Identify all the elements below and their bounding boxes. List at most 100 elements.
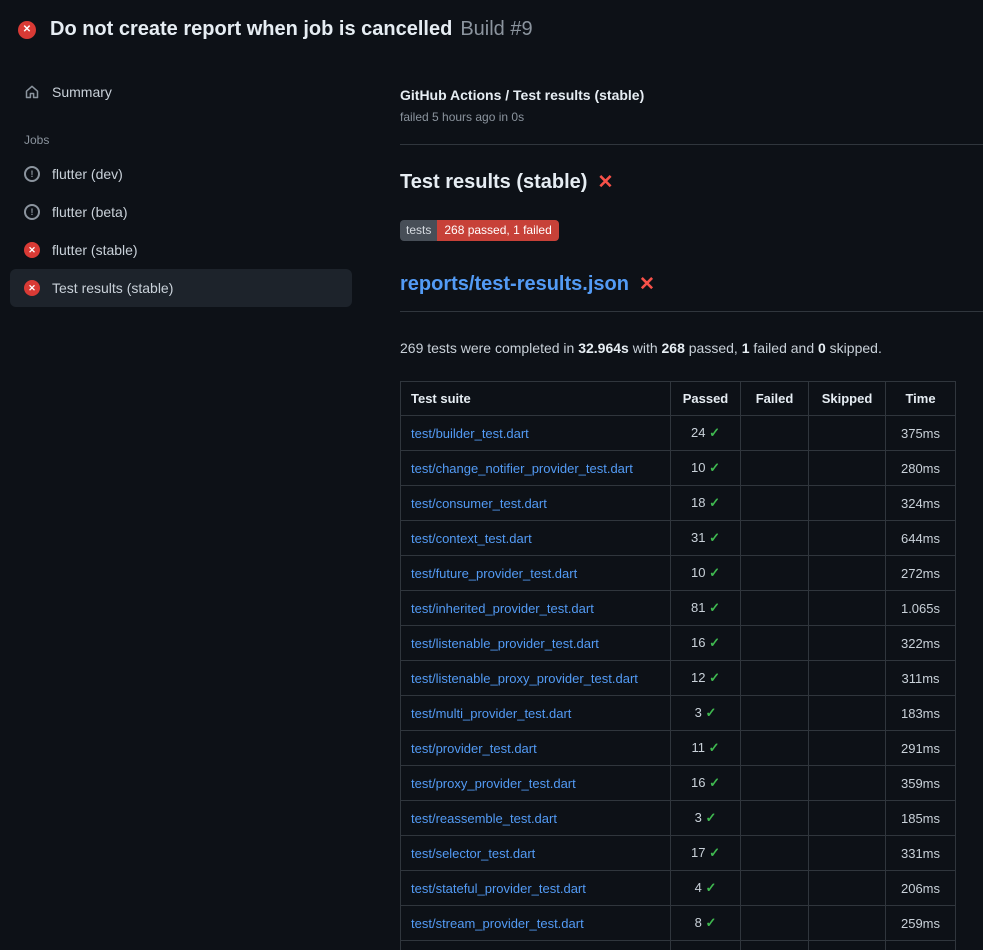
skipped-cell: [809, 661, 886, 696]
sidebar-item-flutter-dev[interactable]: ! flutter (dev): [10, 155, 352, 193]
col-header-time: Time: [886, 382, 956, 416]
passed-cell: 10 ✓: [671, 556, 741, 591]
suite-cell: test/change_notifier_provider_test.dart: [401, 451, 671, 486]
failed-cell: [741, 871, 809, 906]
suite-cell: test/builder_test.dart: [401, 416, 671, 451]
passed-cell: 11 ✓: [671, 731, 741, 766]
passed-cell-count: 16: [691, 775, 709, 790]
table-row: test/provider_test.dart 11 ✓ 291ms: [401, 731, 956, 766]
failed-cell: [741, 731, 809, 766]
time-cell: 183ms: [886, 696, 956, 731]
passed-cell: 16 ✓: [671, 626, 741, 661]
results-summary-line: 269 tests were completed in 32.964s with…: [400, 340, 983, 356]
suite-link[interactable]: test/provider_test.dart: [411, 741, 537, 756]
suite-link[interactable]: test/reassemble_test.dart: [411, 811, 557, 826]
suite-link[interactable]: test/proxy_provider_test.dart: [411, 776, 576, 791]
passed-cell-count: 18: [691, 495, 709, 510]
time-cell: 375ms: [886, 416, 956, 451]
suite-cell: test/consumer_test.dart: [401, 486, 671, 521]
suite-cell: test/multi_provider_test.dart: [401, 696, 671, 731]
summary-text: skipped.: [826, 340, 882, 356]
failed-status-icon: ✕: [24, 280, 40, 296]
results-table: Test suite Passed Failed Skipped Time te…: [400, 381, 956, 950]
run-status-line: failed 5 hours ago in 0s: [400, 110, 983, 124]
neutral-status-icon: !: [24, 204, 40, 220]
summary-text: passed,: [685, 340, 742, 356]
sidebar-item-label: flutter (dev): [52, 166, 123, 182]
failed-status-icon: ✕: [24, 242, 40, 258]
summary-skipped-count: 0: [818, 340, 826, 356]
time-cell: 291ms: [886, 731, 956, 766]
sidebar-item-flutter-beta[interactable]: ! flutter (beta): [10, 193, 352, 231]
col-header-passed: Passed: [671, 382, 741, 416]
check-icon: ✓: [709, 565, 720, 580]
suite-link[interactable]: test/stream_provider_test.dart: [411, 916, 584, 931]
suite-link[interactable]: test/context_test.dart: [411, 531, 532, 546]
table-row: test/stateful_provider_test.dart4 ✓206ms: [401, 871, 956, 906]
check-icon: ✓: [709, 670, 720, 685]
results-table-body: test/builder_test.dart24 ✓375mstest/chan…: [401, 416, 956, 950]
skipped-cell: [809, 416, 886, 451]
suite-link[interactable]: test/stateful_provider_test.dart: [411, 881, 586, 896]
passed-cell: 18 ✓: [671, 486, 741, 521]
suite-cell: test/selector_test.dart: [401, 836, 671, 871]
check-icon: ✓: [705, 915, 716, 930]
passed-cell: 8 ✓: [671, 906, 741, 941]
col-header-failed: Failed: [741, 382, 809, 416]
sidebar-item-test-results-stable[interactable]: ✕ Test results (stable): [10, 269, 352, 307]
passed-cell-count: 10: [691, 565, 709, 580]
sidebar: Summary Jobs ! flutter (dev) ! flutter (…: [10, 53, 352, 307]
suite-link[interactable]: test/change_notifier_provider_test.dart: [411, 461, 633, 476]
suite-link[interactable]: test/multi_provider_test.dart: [411, 706, 571, 721]
suite-link[interactable]: test/builder_test.dart: [411, 426, 529, 441]
passed-cell: 16 ✓: [671, 766, 741, 801]
time-cell: 311ms: [886, 661, 956, 696]
suite-cell: test/proxy_provider_test.dart: [401, 766, 671, 801]
failed-cell: [741, 661, 809, 696]
sidebar-item-summary[interactable]: Summary: [10, 73, 352, 111]
table-row: test/proxy_provider_test.dart 16 ✓ 359ms: [401, 766, 956, 801]
check-icon: ✓: [709, 635, 720, 650]
sidebar-item-label: flutter (beta): [52, 204, 127, 220]
failed-cell: [741, 626, 809, 661]
time-cell: 359ms: [886, 766, 956, 801]
summary-failed-count: 1: [742, 340, 750, 356]
check-icon: ✓: [705, 810, 716, 825]
divider: [400, 311, 983, 312]
jobs-section-label: Jobs: [10, 111, 352, 155]
suite-link[interactable]: test/listenable_proxy_provider_test.dart: [411, 671, 638, 686]
time-cell: 272ms: [886, 556, 956, 591]
skipped-cell: [809, 591, 886, 626]
passed-cell-count: 10: [691, 460, 709, 475]
report-heading: reports/test-results.json ✕: [400, 273, 983, 296]
time-cell: 324ms: [886, 486, 956, 521]
suite-link[interactable]: test/consumer_test.dart: [411, 496, 547, 511]
suite-link[interactable]: test/future_provider_test.dart: [411, 566, 577, 581]
summary-duration: 32.964s: [578, 340, 629, 356]
table-row: test/selector_test.dart17 ✓331ms: [401, 836, 956, 871]
page-header: ✕ Do not create report when job is cance…: [0, 0, 983, 53]
skipped-cell: [809, 626, 886, 661]
table-row: test/future_provider_test.dart 10 ✓ 272ms: [401, 556, 956, 591]
sidebar-item-flutter-stable[interactable]: ✕ flutter (stable): [10, 231, 352, 269]
passed-cell-count: 17: [691, 845, 709, 860]
failed-x-icon: ✕: [639, 274, 655, 295]
divider: [400, 144, 983, 145]
time-cell: 302ms: [886, 941, 956, 950]
passed-cell-count: 31: [691, 530, 709, 545]
suite-cell: test/future_provider_test.dart: [401, 556, 671, 591]
suite-cell: test/value_listenable_provider_test.dart: [401, 941, 671, 950]
suite-link[interactable]: test/listenable_provider_test.dart: [411, 636, 599, 651]
table-row: test/listenable_provider_test.dart16 ✓32…: [401, 626, 956, 661]
sidebar-item-label: flutter (stable): [52, 242, 138, 258]
suite-cell: test/reassemble_test.dart: [401, 801, 671, 836]
summary-text: failed and: [750, 340, 819, 356]
suite-link[interactable]: test/inherited_provider_test.dart: [411, 601, 594, 616]
suite-cell: test/inherited_provider_test.dart: [401, 591, 671, 626]
skipped-cell: [809, 451, 886, 486]
suite-link[interactable]: test/selector_test.dart: [411, 846, 535, 861]
check-icon: ✓: [709, 775, 720, 790]
table-header-row: Test suite Passed Failed Skipped Time: [401, 382, 956, 416]
report-file-link[interactable]: reports/test-results.json: [400, 273, 629, 295]
time-cell: 644ms: [886, 521, 956, 556]
